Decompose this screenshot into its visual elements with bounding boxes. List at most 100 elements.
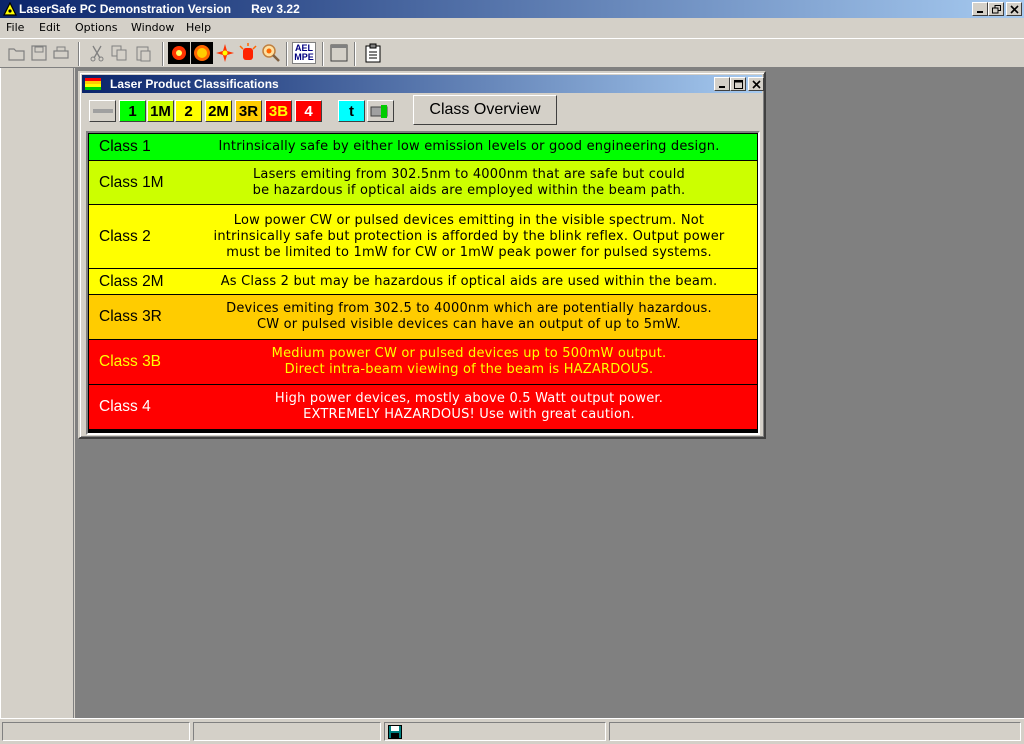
cut-button[interactable] <box>86 42 108 64</box>
toolbar-separator <box>286 42 288 66</box>
app-title: LaserSafe PC Demonstration Version Rev 3… <box>19 2 300 16</box>
flash-spark-icon <box>216 44 234 62</box>
class-row: Class 2 Low power CW or pulsed devices em… <box>89 205 757 268</box>
class-name: Class 2 <box>99 227 151 245</box>
class-overview-button[interactable]: Class Overview <box>413 95 557 125</box>
class-1-button[interactable]: 1 <box>119 100 146 122</box>
status-panel-3 <box>384 722 606 741</box>
magnifier-button[interactable] <box>260 42 282 64</box>
scissors-icon <box>90 45 104 62</box>
class-description: High power devices, mostly above 0.5 Wat… <box>274 391 664 422</box>
class-3r-button[interactable]: 3R <box>235 100 262 122</box>
class-description: As Class 2 but may be hazardous if optic… <box>220 273 718 289</box>
window-frame-icon <box>330 44 348 62</box>
toolbar-separator <box>322 42 324 66</box>
left-panel <box>0 68 74 718</box>
class-4-button[interactable]: 4 <box>295 100 322 122</box>
save-disk-icon <box>31 45 47 61</box>
laser-flash-button[interactable] <box>214 42 236 64</box>
window-view-button[interactable] <box>328 42 350 64</box>
menu-bar: File Edit Options Window Help <box>0 18 1024 38</box>
all-classes-button[interactable] <box>89 100 116 122</box>
class-description: Lasers emiting from 302.5nm to 4000nm th… <box>252 166 686 198</box>
close-icon <box>751 79 761 89</box>
restore-icon <box>991 4 1001 13</box>
class-1m-button[interactable]: 1M <box>147 100 174 122</box>
open-folder-icon <box>8 48 25 61</box>
class-name: Class 4 <box>99 398 151 415</box>
toolbar-separator <box>354 42 356 66</box>
printer-icon <box>53 46 69 59</box>
bar-icon <box>92 109 113 113</box>
copy-icon <box>111 45 127 61</box>
toolbar-separator <box>78 42 80 66</box>
menu-options[interactable]: Options <box>75 21 117 34</box>
open-button[interactable] <box>6 42 28 64</box>
warning-beacon-icon <box>239 43 257 60</box>
close-button[interactable] <box>1006 2 1022 16</box>
laser-source-button[interactable] <box>191 42 213 64</box>
save-button[interactable] <box>28 42 50 64</box>
copy-button[interactable] <box>108 42 130 64</box>
class-row: Class 3B Medium power CW or pulsed device… <box>89 340 757 384</box>
class-3b-button[interactable]: 3B <box>265 100 292 122</box>
print-button[interactable] <box>50 42 72 64</box>
status-panel-4 <box>609 722 1021 741</box>
child-close-button[interactable] <box>748 77 764 91</box>
minimize-icon <box>719 86 725 88</box>
class-description: Low power CW or pulsed devices emitting … <box>213 212 725 260</box>
class-row: Class 4 High power devices, mostly above … <box>89 385 757 429</box>
magnifier-icon <box>262 44 280 62</box>
app-titlebar[interactable]: LaserSafe PC Demonstration Version Rev 3… <box>0 0 1024 18</box>
child-window-title: Laser Product Classifications <box>110 77 279 91</box>
class-colors-icon <box>85 78 101 90</box>
save-disk-icon <box>388 725 402 739</box>
class-description: Devices emiting from 302.5 to 4000nm whi… <box>226 301 712 332</box>
class-row: Class 1 Intrinsically safe by either low … <box>89 134 757 160</box>
class-name: Class 1M <box>99 173 164 191</box>
class-description: Medium power CW or pulsed devices up to … <box>271 346 667 377</box>
warning-light-button[interactable] <box>237 42 259 64</box>
minimize-icon <box>977 11 983 13</box>
laser-device-button[interactable] <box>367 100 394 122</box>
class-name: Class 3B <box>99 353 162 370</box>
clipboard-icon <box>365 43 381 63</box>
laser-device-icon <box>370 105 387 118</box>
ael-mpe-button[interactable]: AEL MPE <box>292 42 316 64</box>
class-name: Class 3R <box>99 308 162 325</box>
close-icon <box>1009 4 1019 14</box>
class-2m-button[interactable]: 2M <box>205 100 232 122</box>
paste-button[interactable] <box>132 42 154 64</box>
menu-window[interactable]: Window <box>131 21 174 34</box>
status-bar <box>0 718 1024 744</box>
child-minimize-button[interactable] <box>714 77 730 91</box>
child-maximize-button[interactable] <box>730 77 746 91</box>
main-toolbar: AEL MPE <box>0 38 1024 68</box>
class-name: Class 1 <box>99 138 151 155</box>
class-description: Intrinsically safe by either low emissio… <box>218 139 720 154</box>
class-2-button[interactable]: 2 <box>175 100 202 122</box>
status-panel-2 <box>193 722 381 741</box>
menu-file[interactable]: File <box>6 21 24 34</box>
toolbar-separator <box>162 42 164 66</box>
menu-edit[interactable]: Edit <box>39 21 60 34</box>
minimize-button[interactable] <box>972 2 988 16</box>
sun-burst-icon <box>194 45 210 61</box>
status-panel-1 <box>2 722 190 741</box>
paste-icon <box>136 46 151 62</box>
laser-classifications-window[interactable]: Laser Product Classifications 1 1M 2 2M 3R 3B… <box>78 71 766 439</box>
mpe-label: MPE <box>294 52 314 62</box>
classification-table: Class 1 Intrinsically safe by either low … <box>86 131 760 435</box>
laser-beam-button[interactable] <box>168 42 190 64</box>
laser-star-icon <box>172 46 186 60</box>
restore-button[interactable] <box>988 2 1004 16</box>
class-row: Class 2M As Class 2 but may be hazardous … <box>89 269 757 294</box>
class-selector-toolbar: 1 1M 2 2M 3R 3B 4 t Class Overview <box>84 95 760 127</box>
maximize-icon <box>733 79 743 89</box>
clipboard-button[interactable] <box>362 42 384 64</box>
class-name: Class 2M <box>99 272 164 290</box>
laser-warning-icon <box>3 2 17 16</box>
menu-help[interactable]: Help <box>186 21 211 34</box>
child-titlebar[interactable]: Laser Product Classifications <box>82 75 764 93</box>
t-button[interactable]: t <box>338 100 365 122</box>
